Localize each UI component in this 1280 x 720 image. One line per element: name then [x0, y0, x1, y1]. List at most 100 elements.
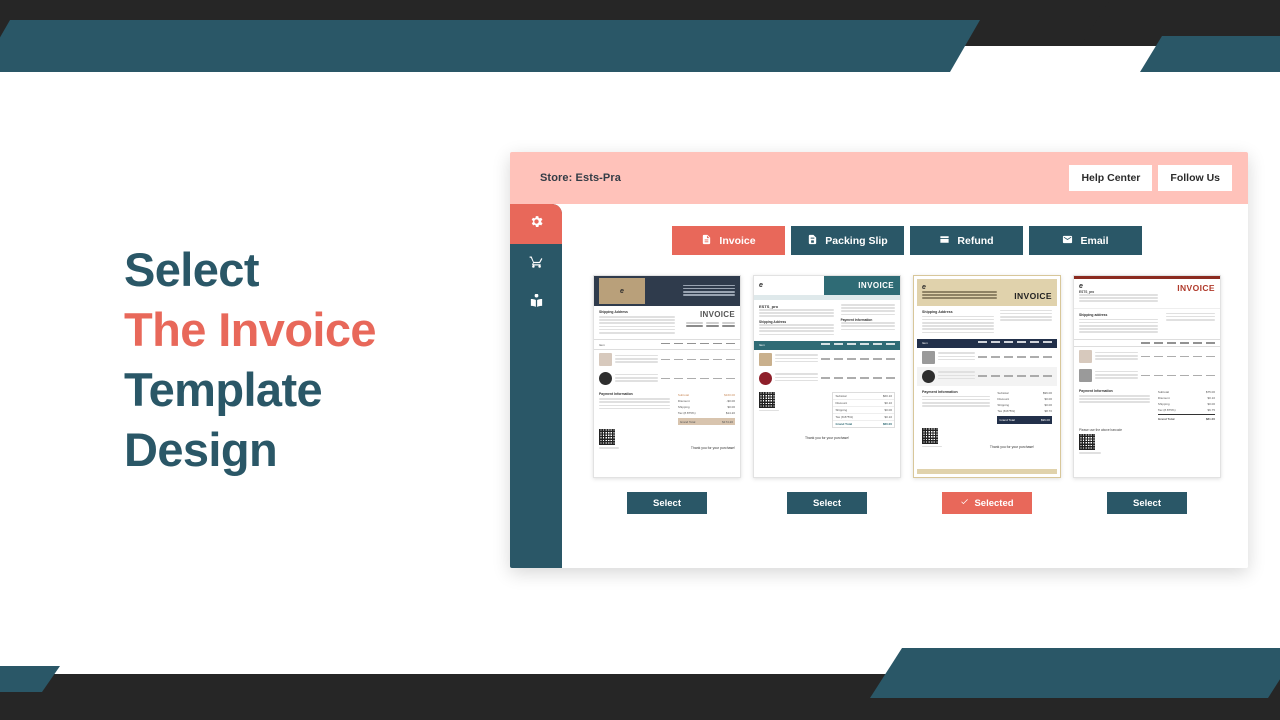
total-label: Grand Total [835, 421, 853, 426]
total-value: $174.20 [722, 419, 733, 424]
table-row [917, 348, 1057, 367]
invoice-heading: INVOICE [1177, 283, 1215, 293]
total-value: $8.70 [1044, 408, 1052, 413]
top-teal-accent [1140, 36, 1280, 72]
tab-email[interactable]: Email [1029, 226, 1142, 255]
headline-line-4: Design [124, 423, 278, 477]
store-name-label: Store: Ests-Pra [540, 172, 621, 184]
total-label: Tax (8.875%) [997, 408, 1016, 413]
total-value: $160.00 [724, 393, 735, 398]
total-label: Tax (8.875%) [1157, 408, 1176, 413]
shipping-heading: Shipping Address [922, 309, 953, 314]
total-label: Grand Total [1157, 417, 1175, 422]
document-icon [701, 234, 712, 248]
total-value: $96.00 [1040, 417, 1050, 422]
total-label: Shipping [677, 405, 690, 410]
table-header-item: Item [759, 343, 765, 348]
template-thumbnail-tan-header[interactable]: e INVOICE Shipping Address Item Payment … [913, 275, 1061, 478]
thanks-note: Please use the above barcode [1079, 428, 1123, 433]
payment-heading: Payment Information [922, 389, 958, 394]
total-value: $0.00 [1044, 396, 1052, 401]
table-row [1074, 366, 1220, 385]
total-value: $60.10 [882, 393, 892, 398]
refund-icon [939, 234, 950, 248]
gear-icon [529, 214, 544, 234]
qr-code [599, 429, 615, 446]
table-row [754, 369, 900, 388]
book-icon [529, 293, 544, 314]
tab-refund-label: Refund [957, 234, 994, 247]
tab-email-label: Email [1080, 234, 1109, 247]
total-value: $0.00 [884, 407, 892, 412]
select-button-label: Selected [974, 497, 1014, 509]
select-button-template-2[interactable]: Select [787, 492, 867, 514]
total-value: $6.75 [1207, 408, 1215, 413]
tab-refund[interactable]: Refund [910, 226, 1023, 255]
brand-logo: e [599, 278, 645, 304]
slide-canvas: Select The Invoice Template Design Store… [0, 0, 1280, 720]
sidebar-item-docs[interactable] [510, 284, 562, 324]
total-value: $0.00 [1044, 402, 1052, 407]
cart-icon [529, 254, 544, 274]
tab-packing-slip[interactable]: Packing Slip [791, 226, 904, 255]
total-label: Discount [677, 399, 690, 404]
qr-code [759, 391, 775, 408]
template-thumbnail-teal-banner[interactable]: e INVOICE ESTS_pro Shipping Address Paym… [753, 275, 901, 478]
help-center-button[interactable]: Help Center [1069, 165, 1153, 191]
template-gallery: e Shipping Address INVOICE Item Payment … [584, 275, 1230, 514]
app-content: Invoice Packing Slip Refund Email e Ship… [562, 204, 1248, 568]
total-label: Shipping [835, 407, 848, 412]
sidebar-item-orders[interactable] [510, 244, 562, 284]
qr-code [1079, 434, 1095, 451]
thanks-note: Thank you for your purchase! [690, 446, 735, 451]
payment-heading: Payment Information [1079, 389, 1113, 394]
app-topbar: Store: Ests-Pra Help Center Follow Us [510, 152, 1248, 204]
shipping-heading: Shipping address [1079, 312, 1108, 317]
table-row [594, 350, 740, 369]
invoice-heading: INVOICE [1014, 290, 1052, 301]
payment-heading: Payment Information [599, 392, 633, 397]
total-label: Shipping [1157, 402, 1170, 407]
total-value: $0.10 [884, 400, 892, 405]
headline-line-3: Template [124, 363, 323, 417]
top-teal-band [0, 20, 980, 72]
tab-invoice[interactable]: Invoice [672, 226, 785, 255]
app-body: Invoice Packing Slip Refund Email e Ship… [510, 204, 1248, 568]
total-label: Tax (8.875%) [835, 414, 854, 419]
select-button-template-1[interactable]: Select [627, 492, 707, 514]
thanks-note: Thank you for your purchase! [989, 444, 1034, 449]
select-button-template-4[interactable]: Select [1107, 492, 1187, 514]
total-label: Subtotal [997, 390, 1009, 395]
total-label: Discount [997, 396, 1010, 401]
template-card: e INVOICE Shipping Address Item Payment … [913, 275, 1061, 514]
total-value: $60.00 [882, 421, 892, 426]
total-value: $75.00 [1205, 390, 1215, 395]
total-label: Shipping [997, 402, 1010, 407]
bottom-teal-band [870, 648, 1280, 698]
tab-packing-slip-label: Packing Slip [825, 234, 888, 247]
table-row [594, 369, 740, 388]
top-charcoal-band [0, 0, 1280, 46]
headline-line-1: Select [124, 243, 259, 296]
sidebar-item-settings[interactable] [510, 204, 562, 244]
table-row [1074, 347, 1220, 366]
template-thumbnail-red-accent[interactable]: e ESTS_pro INVOICE Shipping address Paym… [1073, 275, 1221, 478]
total-label: Discount [835, 400, 848, 405]
total-value: $0.10 [884, 414, 892, 419]
app-sidebar [510, 204, 562, 568]
total-label: Discount [1157, 396, 1170, 401]
template-thumbnail-dark-navy-header[interactable]: e Shipping Address INVOICE Item Payment … [593, 275, 741, 478]
total-label: Grand Total [999, 417, 1015, 422]
total-value: -$0.00 [726, 399, 735, 404]
total-value: $81.00 [1205, 417, 1215, 422]
table-row [754, 350, 900, 369]
select-button-template-3[interactable]: Selected [942, 492, 1032, 514]
table-header-item: Item [599, 342, 605, 347]
template-card: e Shipping Address INVOICE Item Payment … [593, 275, 741, 514]
thanks-note: Thank you for your purchase! [804, 435, 850, 440]
headline-line-2: The Invoice [124, 303, 377, 357]
total-label: Tax (8.875%) [677, 411, 696, 416]
total-label: Subtotal [1157, 390, 1169, 395]
shipping-heading: Shipping Address [599, 310, 628, 314]
follow-us-button[interactable]: Follow Us [1158, 165, 1232, 191]
